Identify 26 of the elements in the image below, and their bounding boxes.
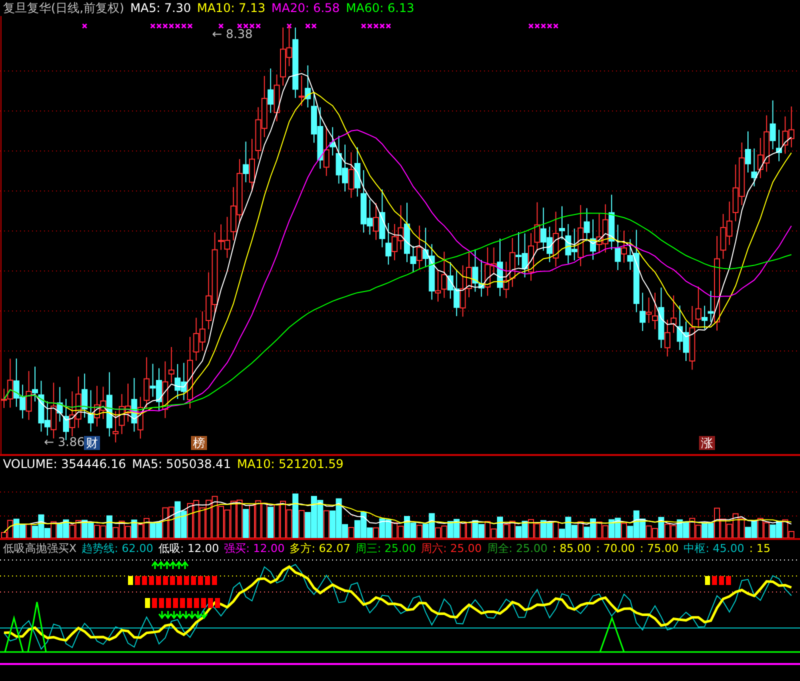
legend-label: MA5: 505038.41: [132, 457, 231, 471]
legend-label: 低吸: 12.00: [158, 540, 219, 556]
event-badge[interactable]: 榜: [191, 436, 207, 450]
legend-label: 低吸高抛强买X: [3, 540, 77, 556]
legend-label: MA10: 7.13: [196, 1, 266, 15]
legend-label: 周三: 25.00: [355, 540, 416, 556]
legend-label: : 70.00: [596, 542, 635, 554]
legend-label: MA20: 6.58: [271, 1, 340, 15]
legend-label: MA60: 6.13: [346, 1, 414, 15]
legend-label: 中枢: 45.00: [684, 540, 744, 556]
legend-label: 周全: 25.00: [486, 540, 548, 556]
legend-label: : 75.00: [640, 542, 679, 554]
legend-label: MA10: 521201.59: [236, 457, 344, 471]
legend-label: 趋势线: 62.00: [82, 540, 154, 556]
price-label: ← 8.38: [212, 27, 253, 41]
legend-label: 多方: 62.07: [290, 540, 350, 556]
legend-label: 复旦复华(日线,前复权): [3, 0, 124, 16]
legend-label: MA5: 7.30: [130, 1, 191, 15]
event-badge[interactable]: 财: [84, 436, 100, 450]
event-badge[interactable]: 涨: [699, 436, 715, 450]
price-label: ← 3.86: [44, 435, 85, 449]
legend-label: : 85.00: [552, 542, 592, 554]
legend-label: : 15: [749, 542, 770, 554]
legend-label: 强买: 12.00: [224, 540, 285, 556]
legend-label: VOLUME: 354446.16: [3, 457, 126, 471]
legend-label: 周六: 25.00: [421, 540, 482, 556]
